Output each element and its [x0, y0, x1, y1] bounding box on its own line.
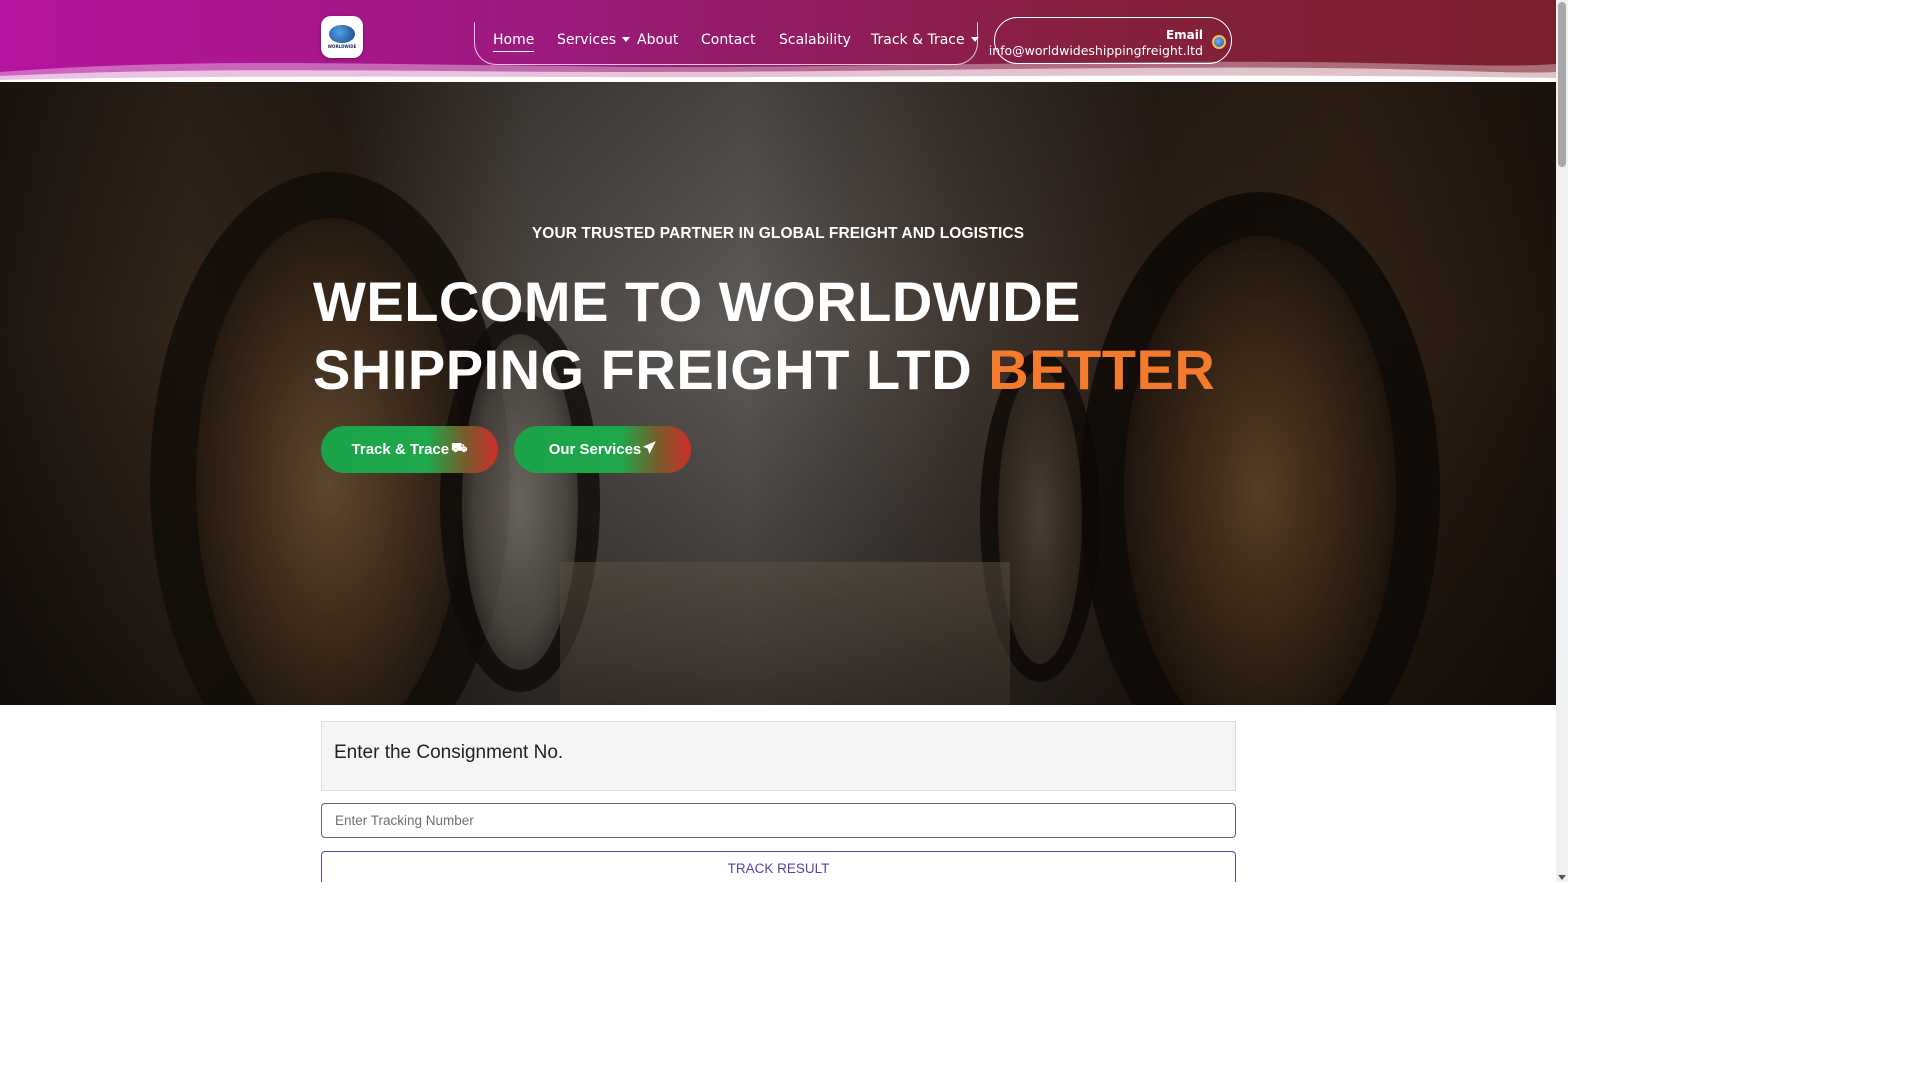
- our-services-button-label: Our Services: [548, 441, 642, 458]
- scrollbar-thumb[interactable]: [1558, 2, 1566, 167]
- page: WORLDWIDE Home Services About Contact Sc…: [0, 0, 1568, 882]
- nav-home[interactable]: Home: [493, 30, 535, 52]
- our-services-button[interactable]: Our Services: [514, 426, 691, 473]
- email-contact-box[interactable]: Email info@worldwideshippingfreight.ltd: [989, 17, 1232, 64]
- truck-fast-icon: ⛟: [451, 441, 468, 456]
- headline-line-2: SHIPPING FREIGHT LTD: [313, 338, 973, 401]
- tracking-title: Enter the Consignment No.: [334, 742, 564, 763]
- nav-about-label: About: [637, 32, 679, 48]
- tracking-title-panel: Enter the Consignment No.: [321, 721, 1236, 791]
- email-label: Email: [1165, 28, 1203, 42]
- nav-home-label: Home: [493, 32, 535, 48]
- headline-accent: BETTER: [988, 338, 1216, 401]
- nav-scalability-label: Scalability: [779, 32, 851, 48]
- globe-icon: [1212, 35, 1226, 49]
- chevron-down-icon: [622, 37, 631, 42]
- nav-track-trace-label: Track & Trace: [871, 32, 965, 48]
- hero-headline: WELCOME TO WORLDWIDE SHIPPING FREIGHT LT…: [313, 268, 1215, 404]
- nav-contact-label: Contact: [701, 32, 756, 48]
- nav-contact[interactable]: Contact: [701, 30, 755, 50]
- nav-about[interactable]: About: [637, 30, 678, 50]
- email-address[interactable]: info@worldwideshippingfreight.ltd: [989, 43, 1203, 58]
- paper-plane-icon: [643, 441, 657, 458]
- nav-track-trace[interactable]: Track & Trace: [871, 30, 979, 50]
- track-result-button[interactable]: TRACK RESULT: [321, 851, 1236, 882]
- scroll-down-arrow-icon[interactable]: [1558, 875, 1566, 880]
- track-trace-button-label: Track & Trace: [351, 441, 450, 458]
- page-scrollbar[interactable]: [1556, 0, 1568, 882]
- headline-line-1: WELCOME TO WORLDWIDE: [313, 270, 1081, 333]
- nav-services[interactable]: Services: [557, 30, 631, 50]
- chevron-down-icon: [970, 37, 979, 42]
- tracking-number-input[interactable]: [321, 803, 1236, 838]
- site-header: WORLDWIDE Home Services About Contact Sc…: [0, 0, 1556, 82]
- nav-scalability[interactable]: Scalability: [779, 30, 851, 50]
- logo-text: WORLDWIDE: [327, 44, 357, 49]
- track-trace-button[interactable]: Track & Trace ⛟: [321, 426, 498, 473]
- hero-banner: YOUR TRUSTED PARTNER IN GLOBAL FREIGHT A…: [0, 82, 1556, 705]
- site-logo[interactable]: WORLDWIDE: [321, 16, 363, 58]
- hero-tagline: YOUR TRUSTED PARTNER IN GLOBAL FREIGHT A…: [531, 225, 1025, 242]
- globe-logo-icon: [329, 25, 355, 43]
- nav-services-label: Services: [557, 32, 617, 48]
